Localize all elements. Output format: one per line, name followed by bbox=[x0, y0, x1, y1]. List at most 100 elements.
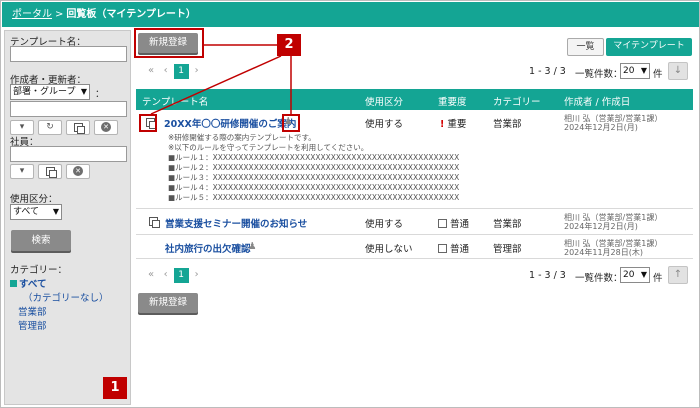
group-select[interactable]: 部署・グループ ▼ bbox=[10, 84, 90, 100]
category-value: 営業部 bbox=[493, 219, 522, 230]
col-author[interactable]: 作成者 / 作成日 bbox=[564, 94, 630, 108]
date-value: 2024年11月28日(木) bbox=[564, 248, 643, 257]
scroll-up-button[interactable]: ↑ bbox=[668, 266, 688, 284]
member-copy-button[interactable] bbox=[38, 164, 62, 179]
pager-bottom: « ‹ 1 › bbox=[148, 268, 199, 283]
reset-button[interactable]: ↻ bbox=[38, 120, 62, 135]
copy-icon bbox=[73, 123, 85, 134]
tab-list[interactable]: 一覧 bbox=[567, 38, 604, 56]
copy-button[interactable] bbox=[66, 120, 90, 135]
callout-box-copy-icon bbox=[139, 114, 157, 132]
category-label: カテゴリー： bbox=[10, 265, 68, 276]
chevron-down-icon: ▼ bbox=[52, 207, 59, 216]
category-all-label: すべて bbox=[19, 279, 47, 290]
table-row[interactable]: 社内旅行の出欠確認 ♟ 使用しない 普通 管理部 相川 弘（営業部/営業1課） … bbox=[136, 235, 693, 259]
person-icon: ♟ bbox=[248, 241, 257, 252]
rule-line: ■ルール５：XXXXXXXXXXXXXXXXXXXXXXXXXXXXXXXXXX… bbox=[168, 193, 460, 202]
per-page-select-bottom[interactable]: 20 ▼ bbox=[620, 267, 650, 283]
chevron-down-icon: ▼ bbox=[640, 66, 647, 75]
app-window: ポータル > 回覧板（マイテンプレート） テンプレート名： 作成者・更新者： 部署・… bbox=[0, 0, 700, 408]
arrow-down-icon: ↓ bbox=[673, 65, 683, 76]
author-input[interactable] bbox=[10, 101, 127, 117]
clear-button[interactable]: ✕ bbox=[94, 120, 118, 135]
category-sales[interactable]: 営業部 bbox=[18, 304, 47, 318]
new-register-button-bottom[interactable]: 新規登録 bbox=[138, 293, 198, 313]
rule-line: ■ルール１：XXXXXXXXXXXXXXXXXXXXXXXXXXXXXXXXXX… bbox=[168, 153, 460, 162]
usage-value: 使用しない bbox=[365, 244, 413, 255]
copy-icon bbox=[45, 167, 57, 178]
importance-value: 普通 bbox=[438, 241, 469, 255]
refresh-icon: ↻ bbox=[46, 122, 54, 132]
date-value: 2024年12月2日(月) bbox=[564, 222, 638, 231]
clear-icon: ✕ bbox=[101, 122, 111, 132]
per-page-select-top[interactable]: 20 ▼ bbox=[620, 63, 650, 79]
callout-badge-2: 2 bbox=[277, 34, 301, 56]
category-admin[interactable]: 管理部 bbox=[18, 318, 47, 332]
pager-current-page[interactable]: 1 bbox=[173, 268, 189, 283]
template-description: ※研修開催する際の案内テンプレートです。 ※以下のルールを守ってテンプレートを利… bbox=[168, 133, 459, 203]
category-none[interactable]: （カテゴリーなし） bbox=[23, 290, 109, 304]
copy-template-icon[interactable] bbox=[149, 217, 160, 228]
caret-down-icon: ▾ bbox=[19, 122, 25, 132]
description-line: ※以下のルールを守ってテンプレートを利用してください。 bbox=[168, 143, 369, 152]
scroll-down-button[interactable]: ↓ bbox=[668, 62, 688, 80]
template-name-input[interactable] bbox=[10, 46, 127, 62]
range-text-bottom: 1 - 3 / 3 bbox=[529, 270, 566, 281]
rule-line: ■ルール２：XXXXXXXXXXXXXXXXXXXXXXXXXXXXXXXXXX… bbox=[168, 163, 460, 172]
importance-value: 普通 bbox=[438, 216, 469, 230]
per-page-value: 20 bbox=[623, 66, 635, 76]
chevron-down-icon: ▼ bbox=[80, 87, 87, 96]
usage-select[interactable]: すべて ▼ bbox=[10, 204, 62, 220]
usage-label: 使用区分： bbox=[10, 194, 58, 205]
usage-value: 使用する bbox=[365, 219, 404, 230]
template-title-link[interactable]: 20XX年〇〇研修開催のご案内 bbox=[164, 116, 296, 130]
date-value: 2024年12月2日(月) bbox=[564, 123, 638, 132]
search-sidebar: テンプレート名： 作成者・更新者： 部署・グループ ▼ ： ▾ ↻ ✕ 社員： ▾… bbox=[4, 30, 131, 405]
template-title-link[interactable]: 社内旅行の出欠確認 bbox=[165, 241, 251, 255]
per-page-unit-top: 件 bbox=[653, 69, 663, 80]
per-page-value: 20 bbox=[623, 270, 635, 280]
range-text-top: 1 - 3 / 3 bbox=[529, 66, 566, 77]
category-all[interactable]: すべて bbox=[10, 276, 46, 290]
template-title-link[interactable]: 営業支援セミナー開催のお知らせ bbox=[165, 216, 307, 230]
pager-current-page[interactable]: 1 bbox=[173, 64, 189, 79]
member-dropdown-button[interactable]: ▾ bbox=[10, 164, 34, 179]
pager-first-link[interactable]: « bbox=[148, 269, 154, 280]
category-value: 営業部 bbox=[493, 119, 522, 130]
dropdown-button[interactable]: ▾ bbox=[10, 120, 34, 135]
selected-marker-icon bbox=[10, 280, 17, 287]
breadcrumb-portal-link[interactable]: ポータル bbox=[12, 9, 52, 20]
col-importance[interactable]: 重要度 bbox=[438, 94, 467, 108]
search-button[interactable]: 検索 bbox=[11, 230, 71, 251]
category-value: 管理部 bbox=[493, 244, 522, 255]
importance-value: ! 重要 bbox=[440, 116, 466, 130]
pager-next-link[interactable]: › bbox=[195, 269, 199, 280]
pager-prev-link[interactable]: ‹ bbox=[164, 269, 168, 280]
description-line: ※研修開催する際の案内テンプレートです。 bbox=[168, 133, 316, 142]
member-clear-button[interactable]: ✕ bbox=[66, 164, 90, 179]
importance-label: 普通 bbox=[450, 244, 470, 255]
clear-icon: ✕ bbox=[73, 166, 83, 176]
col-usage[interactable]: 使用区分 bbox=[365, 94, 403, 108]
callout-badge-1: 1 bbox=[103, 377, 127, 399]
per-page-label-top: 一覧件数： bbox=[575, 69, 623, 80]
table-row[interactable]: 20XX年〇〇研修開催のご案内 ♟ 使用する ! 重要 営業部 相川 弘（営業部/… bbox=[136, 110, 693, 209]
importance-label: 重要 bbox=[447, 119, 467, 130]
important-icon: ! bbox=[440, 119, 445, 130]
per-page-label-bottom: 一覧件数： bbox=[575, 273, 623, 284]
breadcrumb-separator: > bbox=[55, 9, 64, 20]
pager-prev-link[interactable]: ‹ bbox=[164, 65, 168, 76]
pager-first-link[interactable]: « bbox=[148, 65, 154, 76]
member-button-group: ▾ ✕ bbox=[10, 164, 130, 179]
rule-line: ■ルール４：XXXXXXXXXXXXXXXXXXXXXXXXXXXXXXXXXX… bbox=[168, 183, 460, 192]
normal-importance-icon bbox=[438, 244, 447, 253]
col-template-name[interactable]: テンプレート名 bbox=[142, 94, 208, 108]
arrow-up-icon: ↑ bbox=[673, 269, 683, 280]
table-row[interactable]: 営業支援セミナー開催のお知らせ 使用する 普通 営業部 相川 弘（営業部/営業1… bbox=[136, 209, 693, 235]
author-button-group: ▾ ↻ ✕ bbox=[10, 120, 130, 135]
member-input[interactable] bbox=[10, 146, 127, 162]
col-category[interactable]: カテゴリー bbox=[493, 94, 541, 108]
callout-box-new-button bbox=[134, 28, 204, 58]
pager-next-link[interactable]: › bbox=[195, 65, 199, 76]
tab-my-template[interactable]: マイテンプレート bbox=[606, 38, 692, 56]
